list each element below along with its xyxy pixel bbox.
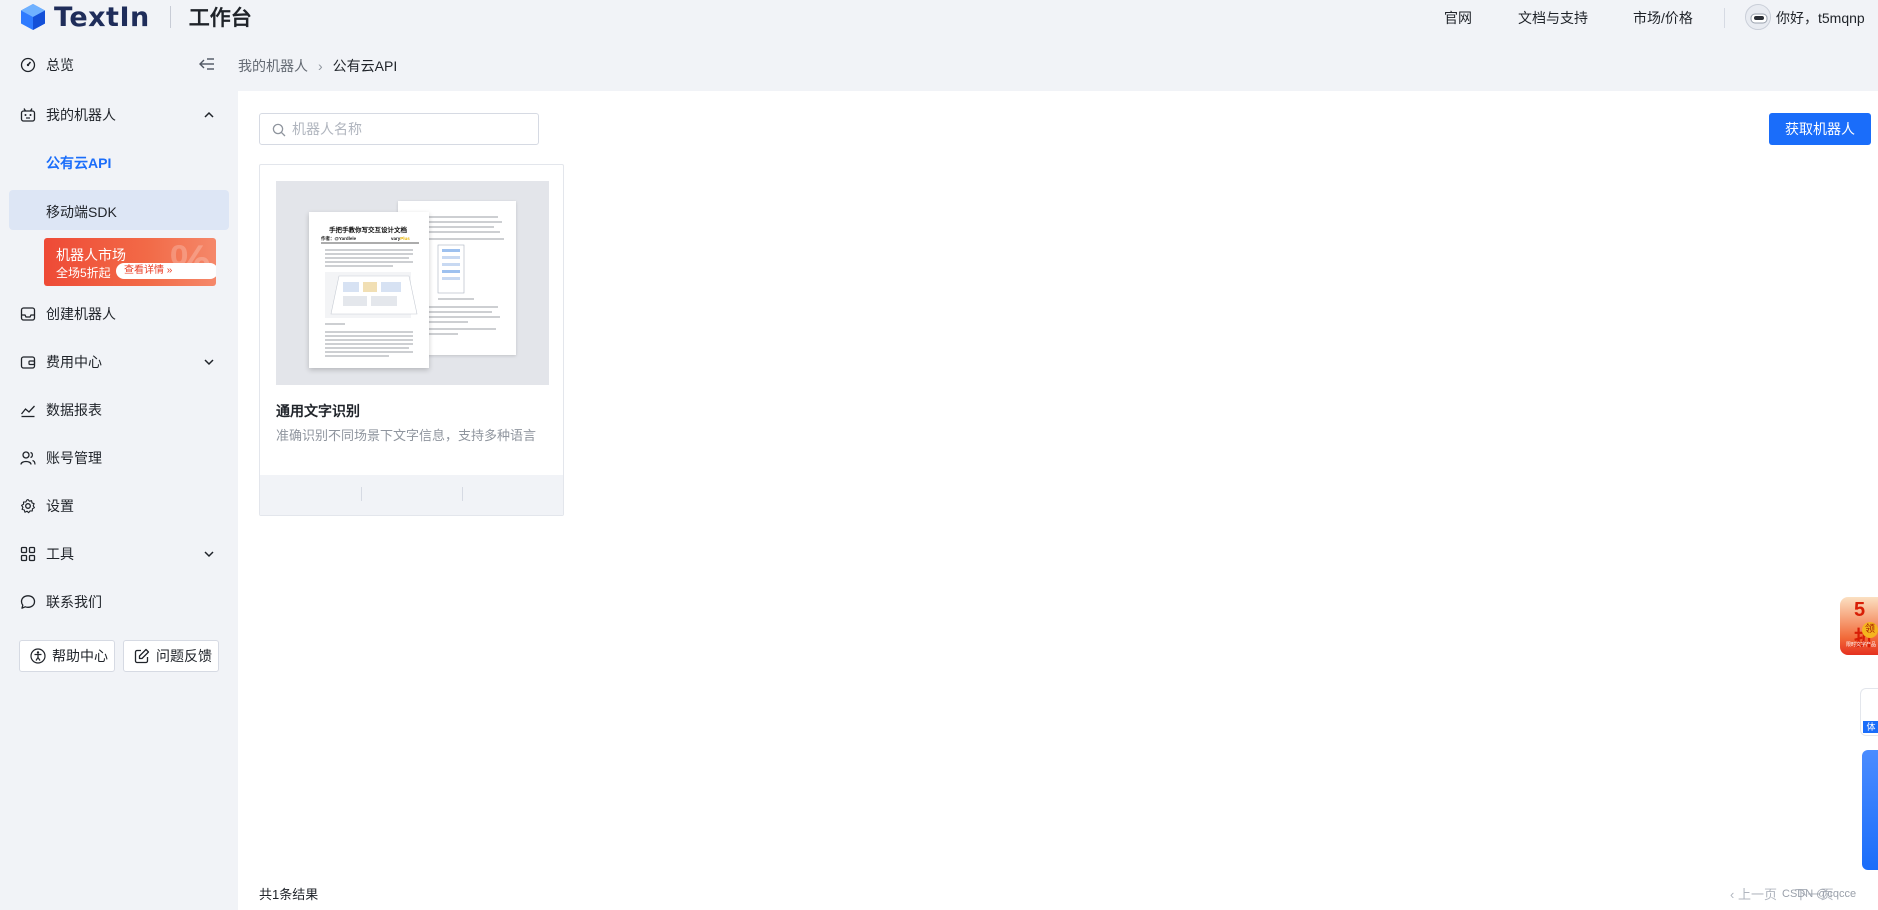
- help-center-button[interactable]: 帮助中心: [19, 640, 115, 672]
- nav-link-docs[interactable]: 文档与支持: [1518, 8, 1588, 28]
- sidebar-item-label: 创建机器人: [46, 306, 116, 322]
- main-content: 获取机器人: [238, 91, 1878, 910]
- robot-search-box[interactable]: [259, 113, 539, 145]
- result-count: 共1条结果: [259, 887, 319, 902]
- wallet-icon: [20, 356, 36, 369]
- logo-hex-icon: [21, 4, 45, 30]
- sidebar-item-label: 费用中心: [46, 354, 102, 370]
- logo-text: TextIn: [54, 1, 150, 33]
- sidebar-item-tools[interactable]: 工具: [9, 534, 229, 574]
- breadcrumb-parent[interactable]: 我的机器人: [238, 56, 308, 76]
- users-icon: [20, 451, 36, 465]
- accessibility-icon: [30, 648, 46, 664]
- sidebar-item-my-robots[interactable]: 我的机器人: [9, 95, 229, 135]
- breadcrumb: 我的机器人 › 公有云API: [238, 56, 397, 76]
- chart-icon: [20, 405, 35, 418]
- breadcrumb-current: 公有云API: [332, 58, 398, 74]
- search-input[interactable]: [292, 119, 532, 139]
- footer-divider: [462, 487, 463, 501]
- promo-claim-chip: 领: [1862, 622, 1878, 638]
- trial-float-widget[interactable]: 体: [1860, 688, 1878, 736]
- robot-market-banner[interactable]: % 机器人市场 全场5折起 查看详情 »: [44, 238, 216, 286]
- chevron-down-icon[interactable]: [203, 548, 215, 560]
- sidebar-item-label: 工具: [46, 546, 74, 562]
- banner-title: 机器人市场: [56, 247, 126, 263]
- user-divider: [1724, 8, 1725, 28]
- edit-icon: [134, 648, 150, 664]
- logo[interactable]: TextIn 工作台: [20, 1, 252, 33]
- sidebar-item-label: 数据报表: [46, 402, 102, 418]
- inbox-icon: [20, 307, 36, 321]
- banner-cta-label: 查看详情: [124, 265, 164, 276]
- avatar-icon: [1746, 5, 1770, 29]
- top-bar: TextIn 工作台 官网 文档与支持 市场/价格 你好，t5mqnp: [0, 0, 1878, 36]
- sidebar-item-label: 账号管理: [46, 450, 102, 466]
- sidebar-item-contact-us[interactable]: 联系我们: [9, 582, 229, 622]
- search-icon: [272, 123, 286, 137]
- feedback-label: 问题反馈: [156, 648, 212, 664]
- sidebar-item-label: 总览: [46, 57, 74, 73]
- robot-card-thumbnail: 手把手教你写交互设计文档 作者：@Yardlele varyPlus: [276, 181, 549, 385]
- sidebar-subitem-label: 移动端SDK: [46, 204, 117, 220]
- get-robot-button[interactable]: 获取机器人: [1769, 113, 1871, 145]
- robot-card-footer: [260, 475, 563, 515]
- sidebar-subitem-mobile-sdk[interactable]: 移动端SDK: [9, 190, 229, 230]
- sidebar-item-data-reports[interactable]: 数据报表: [9, 390, 229, 430]
- promo-caption: 限时文字产品: [1846, 642, 1877, 648]
- sidebar-item-billing-center[interactable]: 费用中心: [9, 342, 229, 382]
- avatar[interactable]: [1745, 4, 1771, 30]
- robot-card-title: 通用文字识别: [276, 403, 360, 419]
- help-center-label: 帮助中心: [52, 648, 108, 664]
- thumbnail-doc-front: 手把手教你写交互设计文档 作者：@Yardlele varyPlus: [309, 212, 429, 368]
- robot-card[interactable]: 手把手教你写交互设计文档 作者：@Yardlele varyPlus 通用文字识…: [259, 164, 564, 516]
- sidebar-subitem-public-cloud-api[interactable]: 公有云API: [9, 141, 229, 181]
- sidebar-item-label: 设置: [46, 498, 74, 514]
- chevron-right-icon: ›: [318, 58, 323, 74]
- doc-body-lines: [321, 242, 419, 357]
- robot-icon: [20, 108, 36, 122]
- banner-view-details-button[interactable]: 查看详情 »: [116, 263, 216, 279]
- chat-icon: [20, 595, 36, 609]
- grid-icon: [20, 546, 36, 562]
- sidebar-subitem-label: 公有云API: [46, 155, 112, 171]
- banner-subtitle: 全场5折起: [56, 266, 111, 280]
- chevron-down-icon[interactable]: [203, 356, 215, 368]
- prev-page-button[interactable]: 上一页: [1738, 887, 1777, 902]
- sidebar-item-label: 联系我们: [46, 594, 102, 610]
- sidebar-item-label: 我的机器人: [46, 107, 116, 123]
- promo-float-widget[interactable]: 5折 领 限时文字产品: [1840, 597, 1878, 655]
- dashboard-icon: [20, 57, 36, 73]
- workspace-title: 工作台: [188, 7, 252, 30]
- sidebar-item-settings[interactable]: 设置: [9, 486, 229, 526]
- sidebar-item-overview[interactable]: 总览: [9, 45, 229, 85]
- chevron-left-icon[interactable]: ‹: [1730, 887, 1734, 902]
- sidebar-item-create-robot[interactable]: 创建机器人: [9, 294, 229, 334]
- feedback-button[interactable]: 问题反馈: [123, 640, 219, 672]
- gear-icon: [21, 498, 35, 514]
- nav-link-official-site[interactable]: 官网: [1444, 8, 1472, 28]
- watermark-text: CSDN @cqcce: [1782, 888, 1857, 900]
- user-greeting[interactable]: 你好，t5mqnp: [1776, 8, 1865, 28]
- logo-divider: [169, 6, 171, 28]
- robot-card-description: 准确识别不同场景下文字信息，支持多种语言: [276, 428, 537, 443]
- nav-link-market-pricing[interactable]: 市场/价格: [1633, 8, 1693, 28]
- trial-tag: 体: [1863, 721, 1878, 733]
- support-float-tab[interactable]: [1862, 750, 1878, 870]
- sidebar-item-account-management[interactable]: 账号管理: [9, 438, 229, 478]
- chevron-up-icon[interactable]: [203, 109, 215, 121]
- footer-divider: [361, 487, 362, 501]
